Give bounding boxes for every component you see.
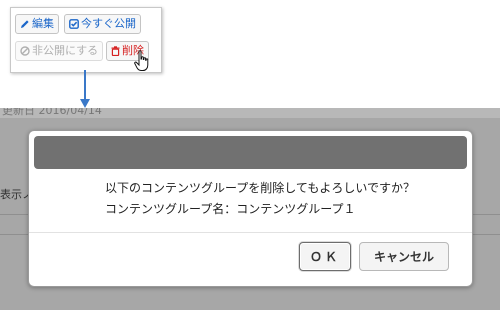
publish-now-button[interactable]: 今すぐ公開	[64, 14, 141, 34]
edit-button-label: 編集	[32, 17, 54, 30]
trash-icon	[111, 46, 120, 56]
background-header-strip: 更新日 2016/04/14	[0, 108, 500, 118]
dialog-titlebar[interactable]	[34, 136, 467, 169]
dialog-message-line1: 以下のコンテンツグループを削除してもよろしいですか？	[105, 181, 415, 195]
edit-button[interactable]: 編集	[15, 14, 59, 34]
unpublish-button[interactable]: 非公開にする	[15, 41, 104, 61]
cancel-button[interactable]: キャンセル	[359, 242, 449, 271]
background-date-text: 更新日 2016/04/14	[2, 108, 102, 117]
dialog-divider	[29, 232, 472, 233]
pencil-icon	[20, 19, 30, 29]
ok-button[interactable]: ＯＫ	[299, 242, 351, 271]
delete-confirm-dialog: 以下のコンテンツグループを削除してもよろしいですか？ コンテンツグループ名：コン…	[28, 130, 473, 287]
publish-now-button-label: 今すぐ公開	[81, 17, 136, 30]
unpublish-button-label: 非公開にする	[32, 44, 99, 57]
ban-icon	[20, 46, 30, 56]
check-square-icon	[69, 19, 79, 29]
dialog-message-line2: コンテンツグループ名：コンテンツグループ１	[105, 202, 356, 216]
hand-cursor-icon	[134, 50, 150, 76]
